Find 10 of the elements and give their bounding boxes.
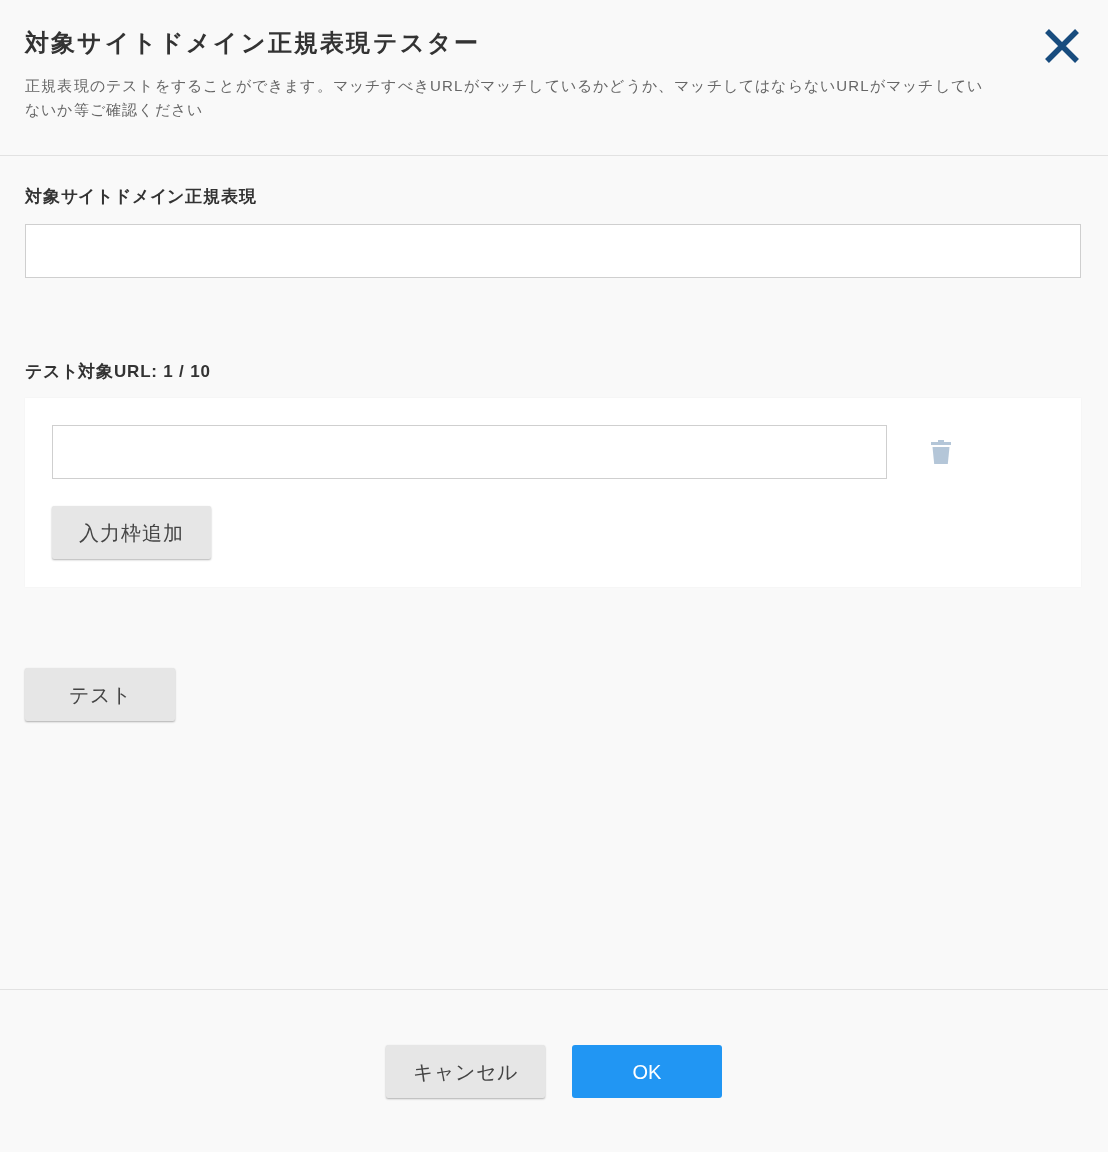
dialog-description: 正規表現のテストをすることができます。マッチすべきURLがマッチしているかどうか、マッチしてはならないURLがマッチしていないか等ご確認ください	[25, 76, 985, 120]
field-label: 対象サイトドメイン正規表現	[25, 186, 258, 208]
dialog-title: 対象サイトドメイン正規表現テスター	[25, 28, 482, 58]
field-label: テスト対象URL: 1 / 10	[25, 361, 212, 383]
cancel-button[interactable]: キャンセル	[386, 1045, 545, 1098]
url-input-field[interactable]	[52, 425, 887, 479]
add-field-button[interactable]: 入力枠追加	[52, 506, 211, 559]
regex-input-field[interactable]	[25, 224, 1081, 278]
close-button[interactable]	[1044, 28, 1080, 64]
test-button[interactable]: テスト	[25, 668, 175, 721]
